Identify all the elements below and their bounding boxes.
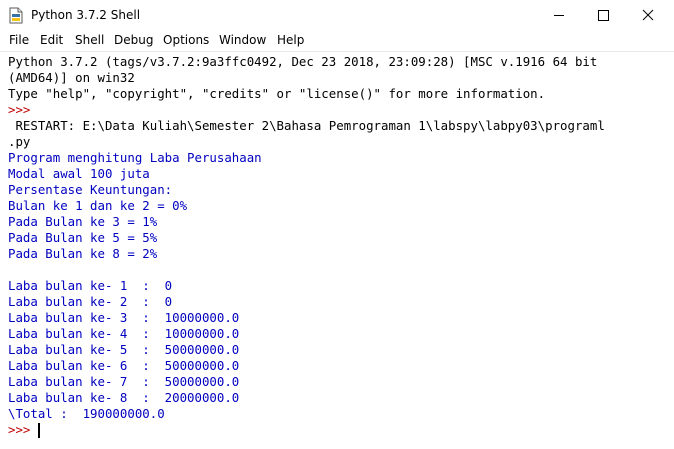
menu-bar: File Edit Shell Debug Options Window Hel… — [0, 31, 674, 51]
output-line: Laba bulan ke- 3 : 10000000.0 — [8, 310, 240, 325]
output-line: Pada Bulan ke 3 = 1% — [8, 214, 158, 229]
shell-prompt: >>> — [8, 102, 31, 117]
maximize-button[interactable] — [581, 0, 626, 31]
output-line: Program menghitung Laba Perusahaan — [8, 150, 262, 165]
output-line: Bulan ke 1 dan ke 2 = 0% — [8, 198, 188, 213]
shell-text-area[interactable]: Python 3.7.2 (tags/v3.7.2:9a3ffc0492, De… — [0, 51, 674, 449]
output-line: \Total : 190000000.0 — [8, 406, 165, 421]
menu-options[interactable]: Options — [163, 33, 209, 47]
minimize-icon — [554, 15, 564, 16]
idle-app-icon — [9, 7, 23, 24]
maximize-icon — [598, 10, 609, 21]
output-line: Pada Bulan ke 8 = 2% — [8, 246, 158, 261]
text-cursor — [38, 423, 40, 438]
menu-edit[interactable]: Edit — [40, 33, 63, 47]
output-line: Laba bulan ke- 1 : 0 — [8, 278, 173, 293]
restart-line: RESTART: E:\Data Kuliah\Semester 2\Bahas… — [8, 118, 605, 133]
output-line: Pada Bulan ke 5 = 5% — [8, 230, 158, 245]
output-line: Laba bulan ke- 6 : 50000000.0 — [8, 358, 240, 373]
output-line: Persentase Keuntungan: — [8, 182, 173, 197]
minimize-button[interactable] — [536, 0, 581, 31]
menu-help[interactable]: Help — [277, 33, 304, 47]
restart-line: .py — [8, 134, 31, 149]
output-line: Laba bulan ke- 4 : 10000000.0 — [8, 326, 240, 341]
banner-line: Type "help", "copyright", "credits" or "… — [8, 86, 546, 101]
shell-prompt: >>> — [8, 422, 31, 437]
close-button[interactable] — [626, 0, 671, 31]
menu-file[interactable]: File — [9, 33, 29, 47]
banner-line: (AMD64)] on win32 — [8, 70, 135, 85]
output-line: Modal awal 100 juta — [8, 166, 150, 181]
banner-line: Python 3.7.2 (tags/v3.7.2:9a3ffc0492, De… — [8, 54, 598, 69]
output-line: Laba bulan ke- 2 : 0 — [8, 294, 173, 309]
title-bar[interactable]: Python 3.7.2 Shell — [0, 0, 674, 31]
menu-debug[interactable]: Debug — [114, 33, 153, 47]
output-line: Laba bulan ke- 5 : 50000000.0 — [8, 342, 240, 357]
menu-shell[interactable]: Shell — [75, 33, 104, 47]
window-title: Python 3.7.2 Shell — [31, 8, 141, 22]
output-line: Laba bulan ke- 8 : 20000000.0 — [8, 390, 240, 405]
menu-window[interactable]: Window — [219, 33, 266, 47]
close-icon — [642, 9, 654, 21]
output-line: Laba bulan ke- 7 : 50000000.0 — [8, 374, 240, 389]
